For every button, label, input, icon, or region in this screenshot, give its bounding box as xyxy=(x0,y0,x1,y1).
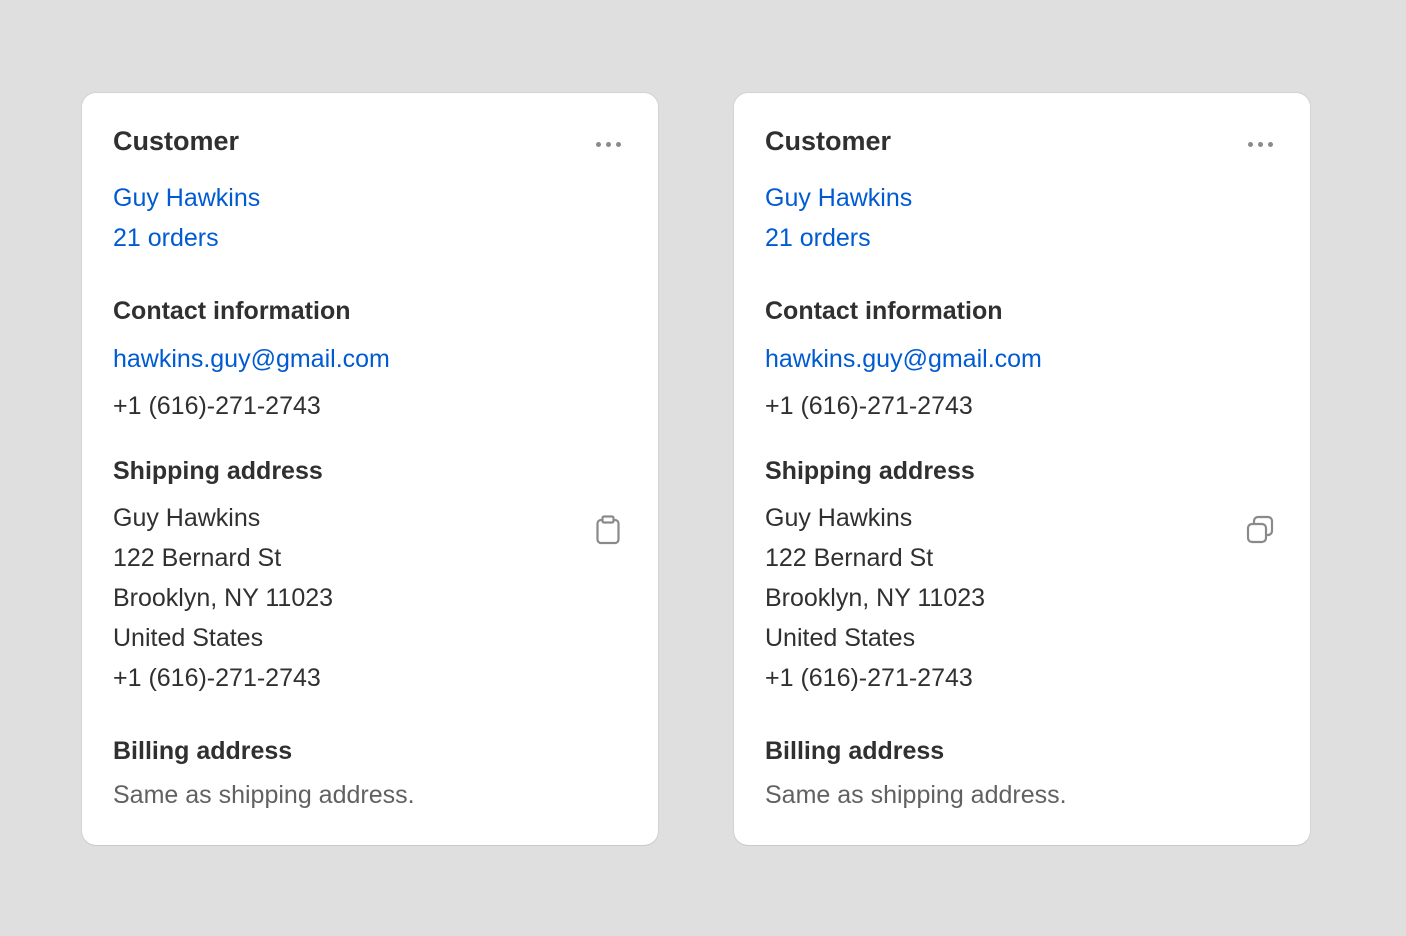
copy-address-button[interactable] xyxy=(1240,510,1280,550)
more-actions-button[interactable] xyxy=(588,131,628,157)
customer-name-link[interactable]: Guy Hawkins xyxy=(765,184,912,213)
shipping-heading: Shipping address xyxy=(765,457,975,485)
customer-card: Customer Guy Hawkins 21 orders Contact i… xyxy=(734,93,1310,845)
shipping-line: United States xyxy=(113,624,264,652)
duplicate-icon xyxy=(1246,515,1274,544)
clipboard-icon xyxy=(596,515,620,545)
shipping-line: +1 (616)-271-2743 xyxy=(113,664,321,692)
billing-heading: Billing address xyxy=(765,737,945,765)
shipping-line: Guy Hawkins xyxy=(113,504,261,532)
more-dot-icon xyxy=(1267,141,1273,147)
orders-link[interactable]: 21 orders xyxy=(113,224,219,253)
shipping-line: 122 Bernard St xyxy=(765,544,934,572)
email-link[interactable]: hawkins.guy@gmail.com xyxy=(113,345,390,374)
customer-name-link[interactable]: Guy Hawkins xyxy=(113,184,260,213)
contact-heading: Contact information xyxy=(765,297,1003,325)
more-dot-icon xyxy=(595,141,601,147)
shipping-line: Brooklyn, NY 11023 xyxy=(113,584,334,612)
more-dot-icon xyxy=(605,141,611,147)
contact-heading: Contact information xyxy=(113,297,351,325)
email-link[interactable]: hawkins.guy@gmail.com xyxy=(765,345,1042,374)
more-actions-button[interactable] xyxy=(1240,131,1280,157)
shipping-line: Guy Hawkins xyxy=(765,504,913,532)
copy-address-button[interactable] xyxy=(588,510,628,550)
phone-text: +1 (616)-271-2743 xyxy=(113,392,321,420)
phone-text: +1 (616)-271-2743 xyxy=(765,392,973,420)
shipping-line: 122 Bernard St xyxy=(113,544,282,572)
shipping-line: Brooklyn, NY 11023 xyxy=(765,584,986,612)
orders-link[interactable]: 21 orders xyxy=(765,224,871,253)
shipping-line: United States xyxy=(765,624,916,652)
more-dot-icon xyxy=(615,141,621,147)
shipping-line: +1 (616)-271-2743 xyxy=(765,664,973,692)
more-dot-icon xyxy=(1247,141,1253,147)
billing-text: Same as shipping address. xyxy=(113,781,415,809)
card-title: Customer xyxy=(765,126,892,156)
card-title: Customer xyxy=(113,126,240,156)
billing-heading: Billing address xyxy=(113,737,293,765)
billing-text: Same as shipping address. xyxy=(765,781,1067,809)
shipping-heading: Shipping address xyxy=(113,457,323,485)
customer-card: Customer Guy Hawkins 21 orders Contact i… xyxy=(82,93,658,845)
more-dot-icon xyxy=(1257,141,1263,147)
